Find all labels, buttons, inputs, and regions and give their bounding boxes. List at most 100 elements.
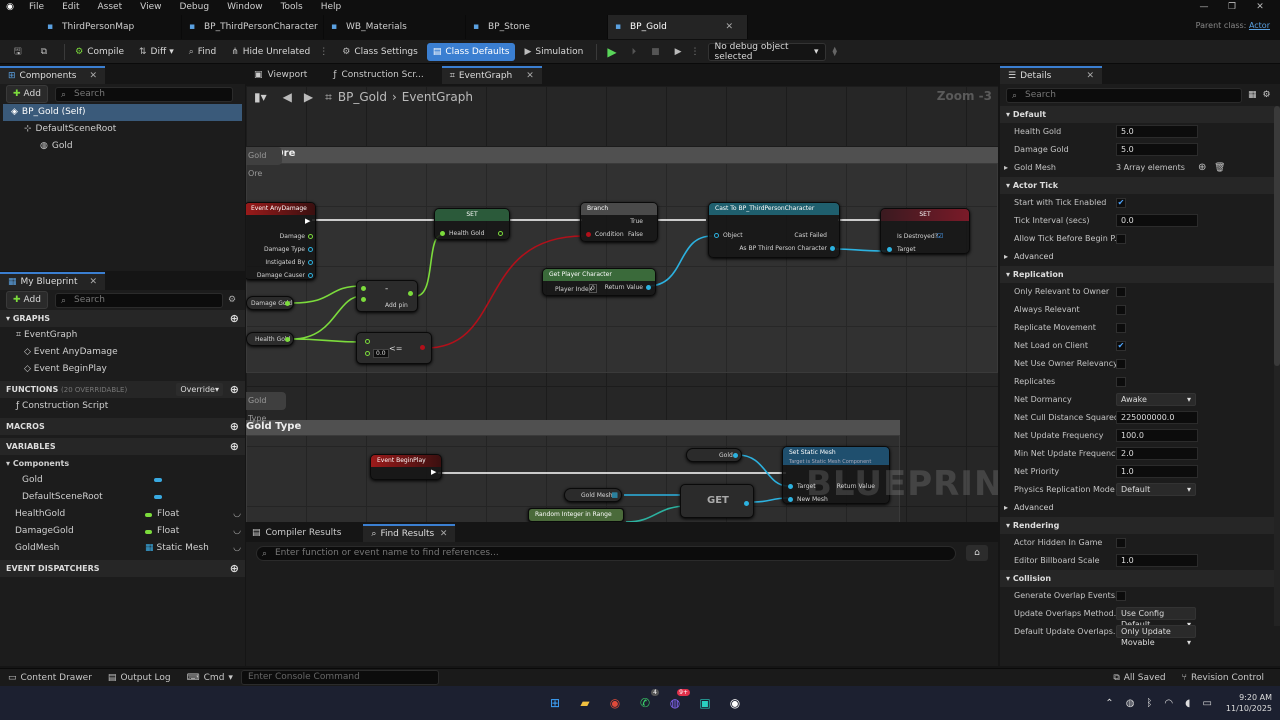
more-options-icon[interactable]: ⋮	[319, 47, 328, 57]
node-get-player-character[interactable]: Get Player Character Player Index 0 Return …	[542, 268, 656, 296]
close-icon[interactable]: ✕	[1086, 67, 1094, 85]
node-less-equal[interactable]: <= 0.0	[356, 332, 432, 364]
advanced-subsection[interactable]: ▸ Advanced	[1000, 248, 1280, 266]
close-icon[interactable]: ✕	[526, 67, 534, 85]
variable-item[interactable]: HealthGold Float ◡	[0, 506, 245, 523]
menu-item-debug[interactable]: Debug	[170, 0, 218, 14]
pin-out[interactable]	[420, 345, 425, 350]
variable-item[interactable]: DamageGold Float ◡	[0, 523, 245, 540]
property-value-input[interactable]: 5.0	[1116, 125, 1198, 138]
doc-tab[interactable]: ▪ BP_ThirdPersonCharacter	[182, 15, 324, 39]
details-search-input[interactable]: ⌕ Search	[1006, 87, 1242, 103]
all-saved-button[interactable]: ⧉ All Saved	[1105, 669, 1173, 687]
node-get-damage-gold[interactable]: Damage Gold	[246, 296, 294, 310]
trash-icon[interactable]: 🗑	[1214, 159, 1225, 177]
details-section-header[interactable]: ▾ Collision	[1000, 570, 1280, 587]
property-dropdown[interactable]: Awake ▾	[1116, 393, 1196, 406]
menu-item-tools[interactable]: Tools	[272, 0, 312, 14]
add-macro-icon[interactable]: ⊕	[230, 418, 239, 435]
pin-instigated-by[interactable]	[308, 260, 313, 265]
component-tree-item[interactable]: ⊹ DefaultSceneRoot	[0, 121, 245, 138]
console-command-input[interactable]: Enter Console Command	[240, 670, 439, 685]
pin-out[interactable]	[744, 501, 749, 506]
menu-item-help[interactable]: Help	[312, 0, 351, 14]
component-variable-item[interactable]: DefaultSceneRoot	[0, 489, 245, 506]
pin-b[interactable]	[365, 351, 370, 356]
diff-button[interactable]: ⇅ Diff ▾	[133, 43, 180, 61]
doc-tab[interactable]: ▪ BP_Stone	[466, 15, 608, 39]
component-tree-item[interactable]: ◍ Gold	[0, 138, 245, 155]
minimize-icon[interactable]: —	[1190, 2, 1218, 12]
player-index-input[interactable]: 0	[589, 284, 597, 293]
parent-class-link[interactable]: Actor	[1249, 21, 1270, 30]
add-variable-icon[interactable]: ⊕	[230, 438, 239, 455]
property-dropdown[interactable]: Use Config Default▾	[1116, 607, 1196, 629]
find-button[interactable]: ⌕ Find	[183, 43, 223, 61]
advanced-subsection[interactable]: ▸ Advanced	[1000, 499, 1280, 517]
close-icon[interactable]: ✕	[89, 67, 97, 85]
event-item-beginplay[interactable]: ◇ Event BeginPlay	[0, 361, 245, 378]
event-item-anydamage[interactable]: ◇ Event AnyDamage	[0, 344, 245, 361]
tray-chevron-icon[interactable]: ⌃	[1105, 698, 1113, 709]
components-tab[interactable]: ⊞ Components ✕	[0, 66, 105, 84]
expand-icon[interactable]: ▸	[1004, 159, 1008, 177]
doc-tab[interactable]: ▪ BP_Gold ✕	[608, 15, 748, 39]
property-checkbox[interactable]	[1116, 591, 1126, 601]
property-value-input[interactable]: 1.0	[1116, 554, 1198, 567]
pin-out[interactable]	[408, 291, 413, 296]
more-options-icon[interactable]: ⋮	[691, 47, 700, 57]
tab-construction-script[interactable]: ƒ Construction Scr...	[325, 66, 441, 84]
blueprint-search-input[interactable]: ⌕ Search	[54, 292, 223, 308]
node-get-array[interactable]: GET	[680, 484, 754, 518]
node-event-beginplay[interactable]: Event BeginPlay ▶	[370, 454, 442, 480]
property-checkbox[interactable]	[1116, 323, 1126, 333]
visibility-eye-icon[interactable]: ◡	[233, 540, 241, 557]
battery-icon[interactable]: ▭	[1202, 698, 1211, 709]
construction-script-item[interactable]: ƒ Construction Script	[0, 398, 245, 415]
property-value-input[interactable]: 100.0	[1116, 429, 1198, 442]
override-dropdown[interactable]: Override ▾	[176, 383, 223, 396]
property-checkbox[interactable]	[1116, 234, 1126, 244]
cmd-dropdown[interactable]: ⌨ Cmd ▾	[179, 669, 241, 687]
close-window-icon[interactable]: ✕	[1246, 2, 1274, 12]
add-element-icon[interactable]: ⊕	[1198, 159, 1206, 177]
details-section-header[interactable]: ▾ Actor Tick	[1000, 177, 1280, 194]
pin-out[interactable]	[285, 337, 290, 342]
pin-out[interactable]	[830, 246, 835, 251]
node-branch[interactable]: Branch True False Condition	[580, 202, 658, 242]
property-value-input[interactable]: 0.0	[1116, 214, 1198, 227]
scrollbar-thumb[interactable]	[1274, 106, 1280, 366]
event-graph-item[interactable]: ⌗ EventGraph	[0, 327, 245, 344]
close-icon[interactable]: ✕	[89, 273, 97, 291]
details-section-header[interactable]: ▾ Replication	[1000, 266, 1280, 283]
node-subtract[interactable]: - Add pin	[356, 280, 418, 312]
pin-b[interactable]	[361, 297, 366, 302]
property-checkbox[interactable]	[1116, 538, 1126, 548]
menu-item-view[interactable]: View	[131, 0, 170, 14]
app-icon[interactable]: ▣	[694, 692, 716, 714]
details-scrollbar[interactable]	[1274, 106, 1280, 626]
menu-item-asset[interactable]: Asset	[89, 0, 132, 14]
class-defaults-button[interactable]: ▤ Class Defaults	[426, 42, 516, 61]
doc-tab[interactable]: ▪ WB_Materials	[324, 15, 466, 39]
unreal-logo-icon[interactable]: ◉	[0, 2, 20, 12]
components-var-group[interactable]: ▾ Components	[0, 455, 245, 472]
file-explorer-icon[interactable]: ▰	[574, 692, 596, 714]
table-view-icon[interactable]: ▦	[1248, 90, 1257, 100]
add-function-icon[interactable]: ⊕	[230, 381, 239, 398]
property-checkbox[interactable]: ✔	[1116, 198, 1126, 208]
visibility-eye-icon[interactable]: ◡	[233, 523, 241, 540]
add-dispatcher-icon[interactable]: ⊕	[230, 560, 239, 577]
node-get-gold[interactable]: Gold	[686, 448, 742, 462]
doc-tab[interactable]: ▪ ThirdPersonMap	[40, 15, 182, 39]
tab-find-results[interactable]: ⌕ Find Results ✕	[363, 524, 456, 542]
volume-icon[interactable]: ◖	[1185, 698, 1190, 709]
hide-unrelated-button[interactable]: ⋔ Hide Unrelated	[225, 43, 316, 61]
variable-item[interactable]: GoldMesh ▦ Static Mesh ◡	[0, 540, 245, 557]
debug-object-select[interactable]: No debug object selected ▾	[707, 42, 826, 62]
wifi-icon[interactable]: ◠	[1164, 698, 1173, 709]
exec-out-pin[interactable]: ▶	[431, 468, 436, 476]
pin-out[interactable]	[733, 453, 738, 458]
settings-gear-icon[interactable]: ⚙	[1263, 90, 1271, 100]
step-button[interactable]: ⏵	[626, 43, 643, 61]
